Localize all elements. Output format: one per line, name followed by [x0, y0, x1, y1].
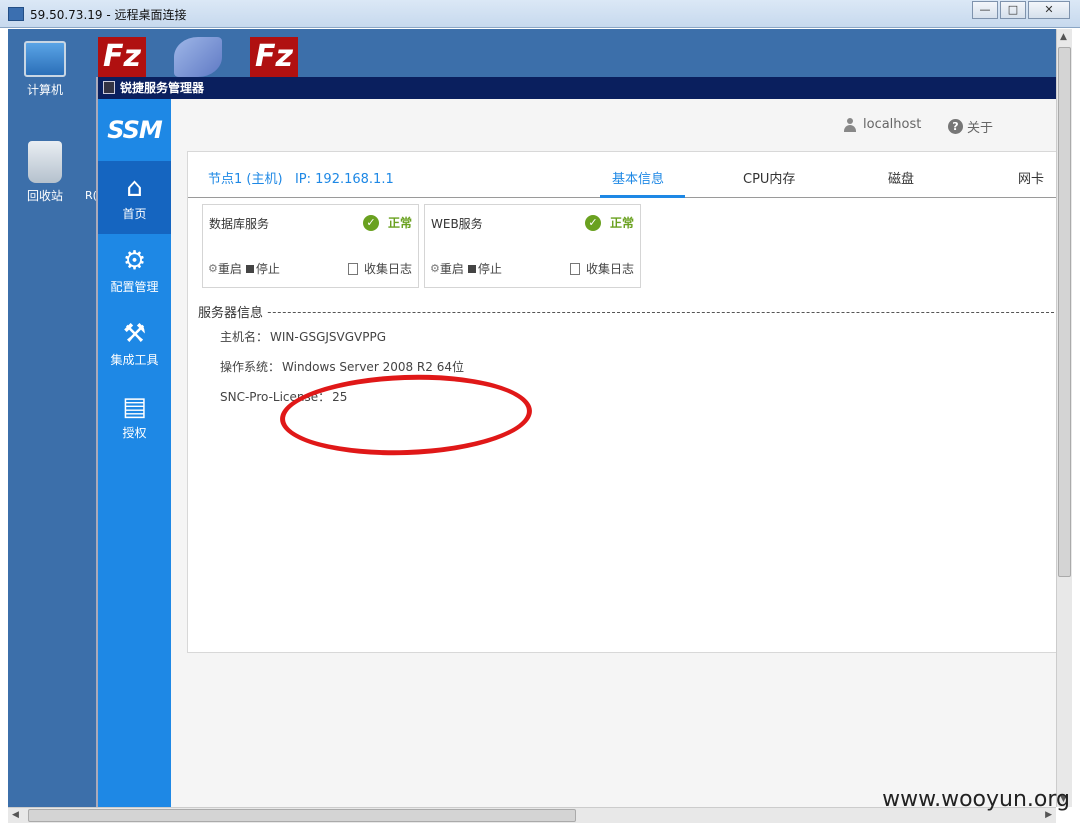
restart-button[interactable]: 重启	[440, 260, 464, 277]
sidebar-item-config[interactable]: ⚙ 配置管理	[98, 234, 171, 307]
service-name: WEB服务	[431, 217, 483, 231]
ssm-app-icon	[103, 81, 115, 94]
node-label: 节点1 (主机)	[208, 172, 283, 187]
scrollbar-thumb[interactable]	[28, 809, 576, 822]
section-divider	[198, 312, 1059, 313]
stop-icon	[467, 264, 476, 273]
ssm-window: 锐捷服务管理器 SSM ⌂ 首页 ⚙ 配置管理 ⚒ 集成工具 ▤ 授权 loca…	[96, 77, 1059, 807]
top-bar: localhost ? 关于	[171, 99, 1058, 149]
stop-button[interactable]: 停止	[478, 260, 502, 277]
service-actions: ⚙ 重启 停止	[208, 260, 280, 277]
collect-log-button[interactable]: 收集日志	[569, 260, 634, 277]
info-key: 主机名：	[220, 330, 269, 344]
log-icon	[347, 262, 358, 275]
filezilla-icon[interactable]: Fz	[98, 37, 146, 77]
service-name: 数据库服务	[209, 217, 270, 231]
sidebar-item-tools[interactable]: ⚒ 集成工具	[98, 307, 171, 380]
tab-basic-info[interactable]: 基本信息	[612, 168, 664, 187]
license-icon: ▤	[122, 392, 147, 422]
tab-cpu-memory[interactable]: CPU内存	[743, 168, 795, 187]
help-icon: ?	[948, 119, 963, 134]
collect-log-button[interactable]: 收集日志	[347, 260, 412, 277]
sidebar-item-label: 授权	[122, 426, 147, 440]
scrollbar-thumb[interactable]	[1058, 47, 1071, 577]
dolphin-icon[interactable]	[174, 37, 222, 77]
status-badge: ✓ 正常	[362, 214, 412, 231]
sidebar-item-home[interactable]: ⌂ 首页	[98, 161, 171, 234]
service-card-web: WEB服务 ✓ 正常 ⚙ 重启 停止 收集日志	[424, 204, 641, 288]
user-menu[interactable]: localhost	[843, 117, 921, 132]
panel-header: 节点1 (主机) IP: 192.168.1.1 基本信息 CPU内存 磁盘 网…	[188, 152, 1057, 198]
status-text: 正常	[609, 216, 634, 230]
desktop-icon-computer[interactable]: 计算机	[10, 41, 80, 98]
tab-disk[interactable]: 磁盘	[888, 168, 914, 187]
stop-button[interactable]: 停止	[256, 260, 280, 277]
active-tab-indicator	[600, 195, 685, 198]
rdp-titlebar: 59.50.73.19 - 远程桌面连接 — □ ✕	[0, 0, 1080, 28]
home-icon: ⌂	[126, 173, 143, 203]
restart-icon: ⚙	[208, 262, 218, 275]
check-icon: ✓	[584, 214, 601, 231]
info-value: WIN-GSGJSVGVPPG	[270, 330, 387, 344]
scroll-up-icon[interactable]: ▲	[1060, 32, 1067, 42]
recycle-bin-icon	[28, 141, 62, 183]
user-name: localhost	[863, 117, 922, 132]
desktop-icon-label: 计算机	[26, 83, 63, 97]
restart-button[interactable]: 重启	[218, 260, 242, 277]
user-icon	[843, 117, 857, 132]
rdp-window-title: 59.50.73.19 - 远程桌面连接	[30, 8, 187, 22]
about-label: 关于	[967, 121, 994, 136]
scroll-left-icon[interactable]: ◀	[12, 810, 19, 820]
log-icon	[569, 262, 580, 275]
status-badge: ✓ 正常	[584, 214, 634, 231]
ssm-logo: SSM	[107, 116, 163, 144]
status-text: 正常	[387, 216, 412, 230]
info-key: 操作系统：	[220, 360, 281, 374]
desktop-icon-label: 回收站	[26, 189, 63, 203]
computer-icon	[24, 41, 66, 77]
info-row-os: 操作系统： Windows Server 2008 R2 64位	[220, 358, 464, 375]
node-info: 节点1 (主机) IP: 192.168.1.1	[208, 168, 394, 187]
node-ip: IP: 192.168.1.1	[294, 172, 394, 187]
sidebar-item-label: 配置管理	[110, 280, 159, 294]
tab-network-card[interactable]: 网卡	[1018, 168, 1044, 187]
service-card-database: 数据库服务 ✓ 正常 ⚙ 重启 停止 收集日志	[202, 204, 419, 288]
info-value: Windows Server 2008 R2 64位	[282, 360, 464, 374]
sidebar-item-label: 首页	[122, 207, 147, 221]
sidebar: SSM ⌂ 首页 ⚙ 配置管理 ⚒ 集成工具 ▤ 授权	[98, 99, 171, 807]
watermark: www.wooyun.org	[882, 787, 1070, 812]
collect-log-label: 收集日志	[585, 262, 634, 276]
check-icon: ✓	[362, 214, 379, 231]
sidebar-item-license[interactable]: ▤ 授权	[98, 380, 171, 453]
tools-icon: ⚒	[122, 319, 147, 349]
service-actions: ⚙ 重启 停止	[430, 260, 502, 277]
maximize-button[interactable]: □	[1000, 1, 1026, 19]
server-info-title: 服务器信息	[198, 302, 268, 321]
desktop-icon-recycle-bin[interactable]: 回收站	[10, 141, 80, 204]
gear-icon: ⚙	[122, 246, 147, 276]
sidebar-item-label: 集成工具	[110, 353, 159, 367]
minimize-button[interactable]: —	[972, 1, 998, 19]
vertical-scrollbar[interactable]: ▲ ▼	[1056, 29, 1072, 807]
ssm-titlebar: 锐捷服务管理器	[98, 77, 1056, 99]
ssm-window-title: 锐捷服务管理器	[120, 81, 205, 95]
close-button[interactable]: ✕	[1028, 1, 1070, 19]
main-content: localhost ? 关于 节点1 (主机) IP: 192.168.1.1 …	[171, 99, 1059, 807]
window-controls: — □ ✕	[970, 1, 1070, 19]
stop-icon	[245, 264, 254, 273]
filezilla-icon[interactable]: Fz	[250, 37, 298, 77]
rdp-app-icon	[8, 7, 24, 21]
collect-log-label: 收集日志	[363, 262, 412, 276]
info-row-hostname: 主机名： WIN-GSGJSVGVPPG	[220, 328, 386, 345]
restart-icon: ⚙	[430, 262, 440, 275]
about-link[interactable]: ? 关于	[948, 117, 993, 136]
